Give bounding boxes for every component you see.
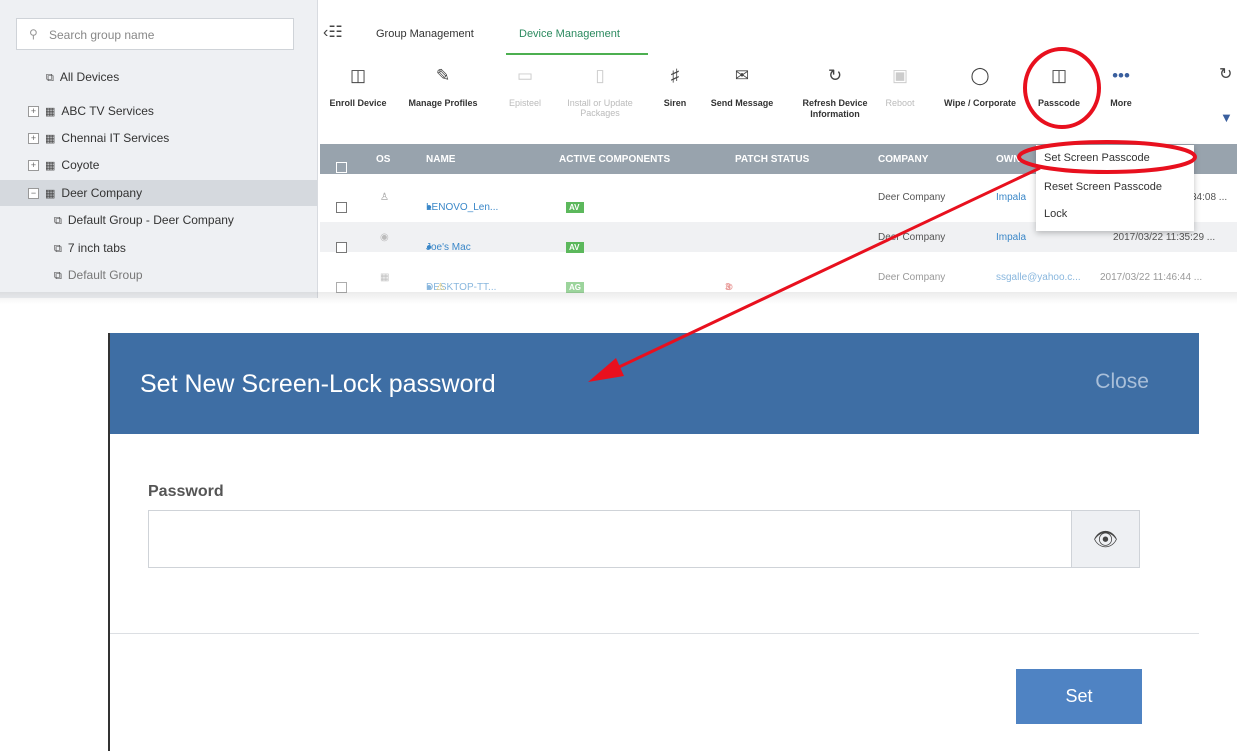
filter-icon[interactable]: ▼: [1220, 110, 1233, 125]
tree-item-group-selected[interactable]: − ▦ Deer Company: [0, 180, 317, 206]
manage-profiles-button[interactable]: ✎ Manage Profiles: [398, 66, 488, 109]
screen-icon: ▭: [516, 66, 534, 85]
tab-group-management[interactable]: Group Management: [376, 28, 474, 40]
device-name[interactable]: Joe's Mac: [426, 242, 471, 253]
component-badge: AV: [566, 242, 583, 253]
siren-button[interactable]: ♯ Siren: [650, 66, 700, 109]
dialog-header: Set New Screen-Lock password Close: [110, 333, 1199, 434]
col-owner[interactable]: OWN: [996, 154, 1020, 165]
col-os[interactable]: OS: [376, 154, 390, 165]
wipe-icon: ◯: [970, 66, 990, 85]
password-input[interactable]: [148, 510, 1072, 568]
row-checkbox[interactable]: [336, 242, 347, 253]
reboot-button[interactable]: ▣ Reboot: [870, 66, 930, 108]
reboot-icon: ▣: [891, 66, 909, 85]
col-patch-status[interactable]: PATCH STATUS: [735, 154, 809, 165]
expand-icon[interactable]: +: [28, 106, 39, 118]
tab-device-management[interactable]: Device Management: [519, 28, 620, 40]
tree-item-group[interactable]: + ▦ ABC TV Services: [28, 98, 154, 124]
table-row[interactable]: ▦ ● DESKTOP-TT... ⚠ AG ⊗ 3 Deer Company ss…: [320, 262, 1237, 293]
android-icon: ♙: [380, 192, 389, 203]
dialog-title: Set New Screen-Lock password: [140, 370, 496, 398]
menu-item-lock[interactable]: Lock: [1044, 208, 1067, 220]
search-placeholder: Search group name: [49, 28, 155, 42]
row-checkbox[interactable]: [336, 202, 347, 213]
tree-item-subgroup[interactable]: ⧉ Default Group: [54, 262, 143, 288]
last-activity: 2017/03/22 11:46:44 ...: [1100, 272, 1203, 283]
group-icon: ▦: [45, 133, 56, 145]
enroll-device-button[interactable]: ◫ Enroll Device: [313, 66, 403, 109]
tree-item-group[interactable]: + ▦ Coyote: [28, 152, 99, 178]
tree-item-subgroup[interactable]: ⧉ Default Group - Deer Company: [54, 207, 234, 233]
device-management-panel: ⚲ Search group name ⧉ All Devices + ▦ ABC T…: [0, 0, 1237, 298]
passcode-dropdown-menu: Set Screen Passcode Reset Screen Passcod…: [1036, 145, 1194, 231]
tree-item-group[interactable]: + ▦ Chennai IT Services: [28, 125, 169, 151]
owner[interactable]: Impala: [996, 192, 1026, 203]
col-company[interactable]: COMPANY: [878, 154, 928, 165]
torn-edge: [0, 292, 1237, 304]
company: Deer Company: [878, 272, 946, 283]
menu-item-reset-screen-passcode[interactable]: Reset Screen Passcode: [1044, 181, 1162, 193]
group-icon: ▦: [45, 188, 56, 200]
windows-icon: ▦: [380, 272, 390, 283]
expand-icon[interactable]: +: [28, 160, 39, 172]
col-active-components[interactable]: ACTIVE COMPONENTS: [559, 154, 670, 165]
profile-icon: ✎: [435, 66, 451, 85]
passcode-icon: ◫: [1050, 66, 1068, 85]
device-name[interactable]: LENOVO_Len...: [426, 202, 498, 213]
active-tab-indicator: [506, 53, 648, 55]
tree-item-subgroup[interactable]: ⧉ 7 inch tabs: [54, 235, 126, 261]
company: Deer Company: [878, 232, 946, 243]
set-passcode-dialog: Set New Screen-Lock password Close Passw…: [108, 333, 1199, 751]
password-label: Password: [148, 483, 224, 500]
col-name[interactable]: NAME: [426, 154, 455, 165]
search-icon: ⚲: [29, 27, 38, 41]
wipe-corporate-button[interactable]: ◯ Wipe / Corporate: [925, 66, 1035, 109]
refresh-device-button[interactable]: ↻ Refresh Device Information: [790, 66, 880, 120]
group-icon: ⧉: [46, 72, 54, 84]
select-all-checkbox[interactable]: [336, 162, 347, 173]
episteel-button[interactable]: ▭ Episteel: [490, 66, 560, 108]
message-icon: ✉: [734, 66, 750, 85]
package-icon: ▯: [595, 66, 605, 85]
group-icon: ⧉: [54, 215, 62, 227]
group-sidebar: ⚲ Search group name ⧉ All Devices + ▦ ABC T…: [0, 0, 318, 298]
menu-item-set-screen-passcode[interactable]: Set Screen Passcode: [1044, 152, 1150, 164]
last-activity: 34:08 ...: [1191, 192, 1228, 203]
more-button[interactable]: ••• More: [1096, 66, 1146, 109]
collapse-icon[interactable]: −: [28, 188, 39, 200]
apple-icon: ◉: [380, 232, 389, 243]
set-button[interactable]: Set: [1016, 669, 1142, 724]
passcode-button[interactable]: ◫ Passcode: [1030, 66, 1088, 109]
group-icon: ▦: [45, 160, 56, 172]
search-group-box[interactable]: ⚲ Search group name: [16, 18, 294, 50]
expand-icon[interactable]: +: [28, 133, 39, 145]
last-activity: 2017/03/22 11:35:29 ...: [1113, 232, 1216, 243]
refresh-grid-icon[interactable]: ↻: [1219, 64, 1232, 84]
close-button[interactable]: Close: [1095, 370, 1149, 394]
component-badge: AV: [566, 202, 583, 213]
siren-icon: ♯: [670, 66, 680, 85]
eye-icon: 👁: [1092, 529, 1119, 551]
collapse-tree-icon[interactable]: ‹☷: [323, 22, 343, 42]
group-icon: ▦: [45, 106, 56, 118]
install-packages-button[interactable]: ▯ Install or Update Packages: [560, 66, 640, 118]
tree-item-all-devices[interactable]: ⧉ All Devices: [46, 64, 119, 90]
show-password-button[interactable]: 👁: [1072, 510, 1140, 568]
owner[interactable]: ssgalle@yahoo.c...: [996, 272, 1081, 283]
send-message-button[interactable]: ✉ Send Message: [697, 66, 787, 109]
owner[interactable]: Impala: [996, 232, 1026, 243]
dialog-divider: [110, 633, 1199, 634]
group-icon: ⧉: [54, 243, 62, 255]
company: Deer Company: [878, 192, 946, 203]
more-icon: •••: [1112, 66, 1130, 85]
group-icon: ⧉: [54, 270, 62, 282]
refresh-icon: ↻: [827, 66, 843, 85]
enroll-icon: ◫: [349, 66, 367, 85]
